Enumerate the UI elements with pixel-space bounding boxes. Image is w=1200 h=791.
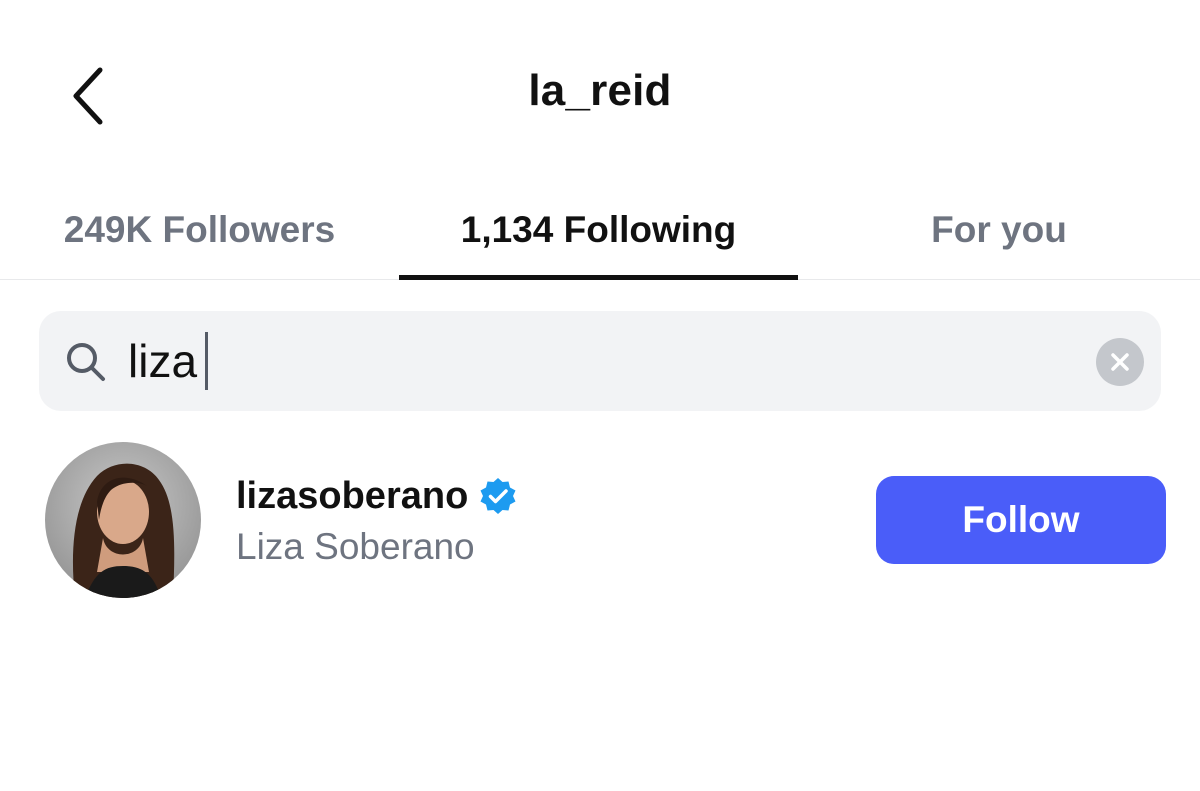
search-input[interactable]: liza [128, 329, 209, 393]
search-input-value: liza [128, 335, 198, 387]
tab-bar: 249K Followers 1,134 Following For you [0, 180, 1200, 280]
clear-search-button[interactable] [1096, 338, 1144, 386]
list-item[interactable]: lizasoberano Liza Soberano Follow [0, 438, 1200, 608]
username-link[interactable]: lizasoberano [236, 472, 518, 520]
follow-button[interactable]: Follow [876, 476, 1166, 564]
page-title: la_reid [528, 66, 672, 115]
search-icon [67, 343, 105, 381]
verified-badge-icon [480, 478, 516, 514]
header: la_reid [0, 0, 1200, 190]
clear-icon [1111, 353, 1129, 371]
following-page: la_reid 249K Followers 1,134 Following F… [0, 0, 1200, 791]
text-cursor [205, 332, 209, 390]
tab-for-you[interactable]: For you [798, 180, 1200, 280]
avatar[interactable] [45, 442, 201, 598]
username: lizasoberano [236, 474, 469, 517]
active-tab-indicator [399, 275, 798, 280]
tab-following[interactable]: 1,134 Following [399, 180, 798, 280]
tab-followers[interactable]: 249K Followers [0, 180, 399, 280]
full-name: Liza Soberano [236, 526, 475, 567]
